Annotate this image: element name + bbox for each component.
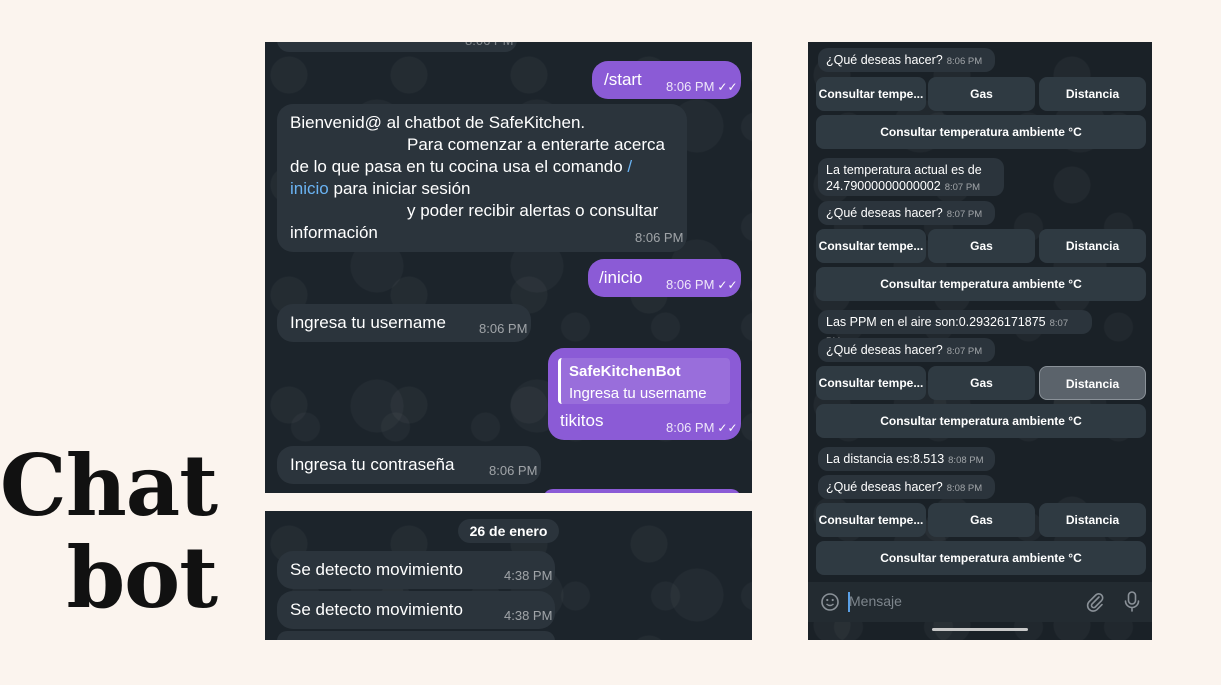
message-temperature: La temperatura actual es de 24.790000000… [818,158,1004,196]
message-motion-alert: Se detecto movimiento 4:38 PM [277,551,555,589]
chat-screenshot-alerts: 26 de enero Se detecto movimiento 4:38 P… [265,511,752,640]
message-ask-password: Ingresa tu contraseña 8:06 PM [277,446,541,484]
gas-button[interactable]: Gas [928,503,1035,537]
ambient-temperature-button[interactable]: Consultar temperatura ambiente °C [816,115,1146,149]
double-check-icon: ✓✓ [717,421,738,435]
ambient-temperature-button[interactable]: Consultar temperatura ambiente °C [816,404,1146,438]
temperature-button[interactable]: Consultar tempe... [816,229,926,263]
message-welcome: Bienvenid@ al chatbot de SafeKitchen. Pa… [277,104,687,252]
message-question: ¿Qué deseas hacer? 8:08 PM [818,475,995,499]
distance-button[interactable]: Distancia [1039,229,1146,263]
command-link-inicio[interactable]: inicio [290,179,329,198]
message-inicio: /inicio 8:06 PM ✓✓ [588,259,741,297]
microphone-icon[interactable] [1122,590,1142,614]
message-username-reply: SafeKitchenBot Ingresa tu username tikit… [548,348,741,440]
chat-screenshot-login: 8:06 PM /start 8:06 PM✓✓ Bienvenid@ al c… [265,42,752,493]
message-motion-alert: Se detecto movimiento 4:38 PM [277,591,555,629]
message-ask-username: Ingresa tu username 8:06 PM [277,304,531,342]
message-ppm: Las PPM en el aire son:0.29326171875 8:07… [818,310,1092,347]
message-start: /start 8:06 PM ✓✓ [592,61,741,99]
paperclip-icon[interactable] [1084,591,1106,613]
distance-button-selected[interactable]: Distancia [1039,366,1146,400]
gas-button[interactable]: Gas [928,77,1035,111]
chat-screenshot-sensor-queries: ¿Qué deseas hacer? 8:06 PM Consultar temp… [808,42,1152,640]
distance-button[interactable]: Distancia [1039,503,1146,537]
slide-title: Chat bot [0,436,218,627]
message-question: ¿Qué deseas hacer? 8:06 PM [818,48,995,72]
home-indicator [932,628,1028,631]
gas-button[interactable]: Gas [928,366,1035,400]
temperature-button[interactable]: Consultar tempe... [816,503,926,537]
emoji-icon[interactable] [820,592,840,612]
ambient-temperature-button[interactable]: Consultar temperatura ambiente °C [816,541,1146,575]
message-question: ¿Qué deseas hacer? 8:07 PM [818,201,995,225]
command-link[interactable]: / [627,157,632,176]
distance-button[interactable]: Distancia [1039,77,1146,111]
date-separator: 26 de enero [458,519,559,543]
temperature-button[interactable]: Consultar tempe... [816,366,926,400]
message-input-bar: Mensaje [808,582,1152,622]
temperature-button[interactable]: Consultar tempe... [816,77,926,111]
title-line-1: Chat [0,436,218,535]
double-check-icon: ✓✓ [717,278,738,292]
reply-quote: SafeKitchenBot Ingresa tu username [558,358,730,404]
ambient-temperature-button[interactable]: Consultar temperatura ambiente °C [816,267,1146,301]
message-bubble-partial [277,631,555,640]
message-distance: La distancia es:8.513 8:08 PM [818,447,995,471]
message-bubble-partial-bottom [543,489,741,493]
double-check-icon: ✓✓ [717,80,738,94]
message-input[interactable]: Mensaje [849,593,902,609]
gas-button[interactable]: Gas [928,229,1035,263]
title-line-2: bot [66,528,218,627]
message-question: ¿Qué deseas hacer? 8:07 PM [818,338,995,362]
message-bubble-partial: 8:06 PM [277,42,517,52]
